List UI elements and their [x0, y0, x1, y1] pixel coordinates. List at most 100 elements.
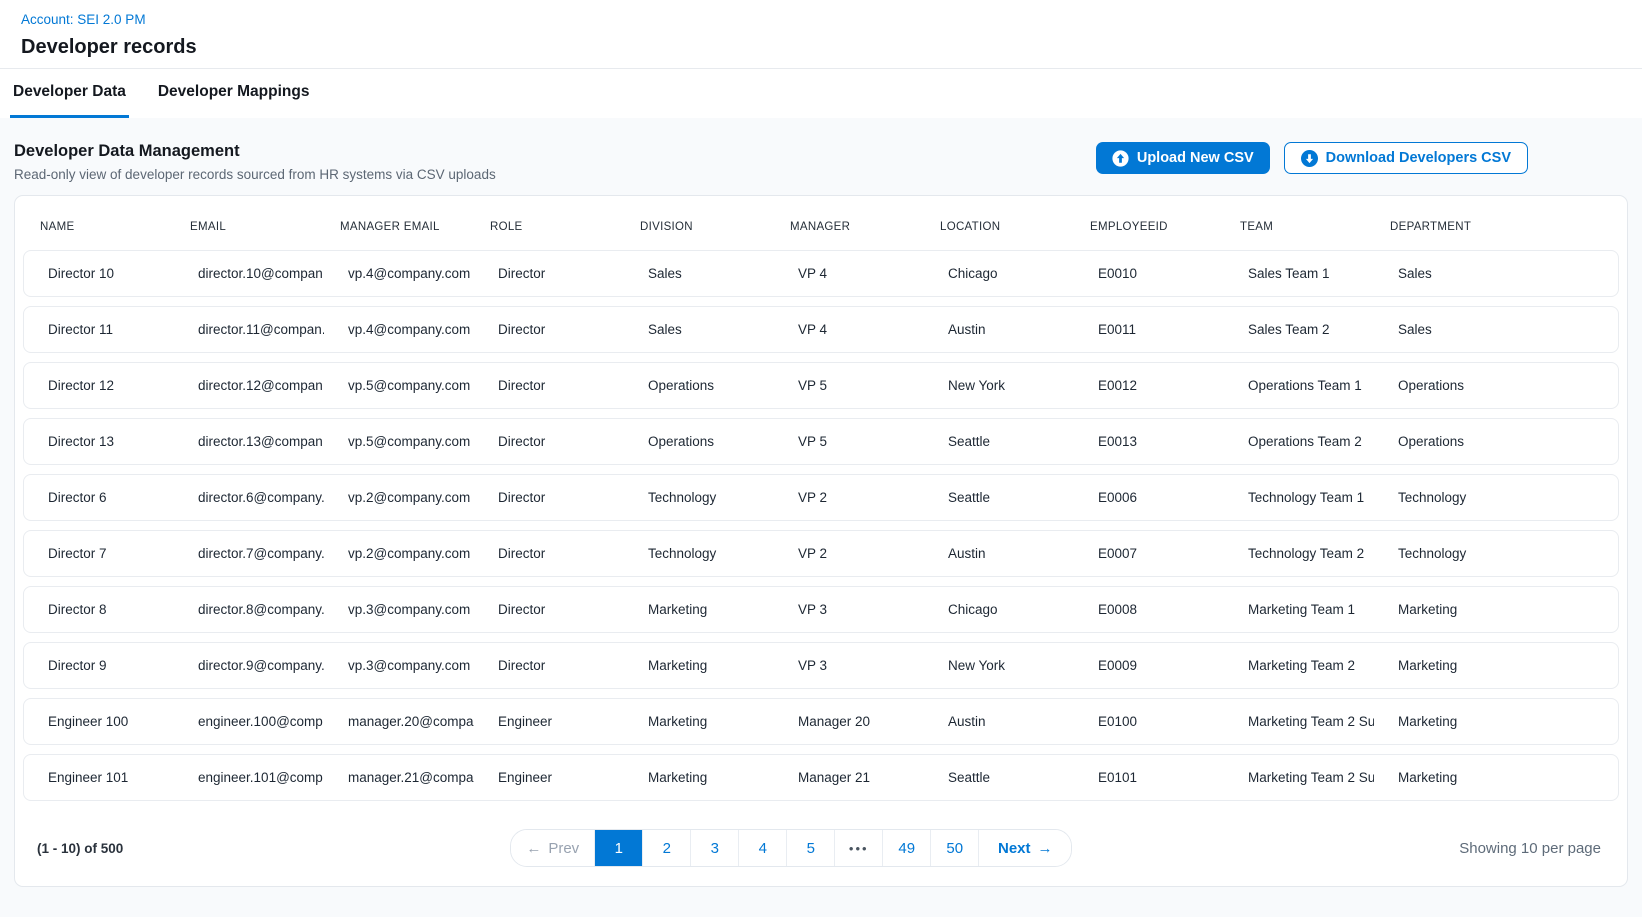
table-cell: Sales Team 2 — [1224, 322, 1374, 337]
table-cell: Operations — [624, 434, 774, 449]
table-cell: Technology Team 1 — [1224, 490, 1374, 505]
table-cell: Director 10 — [24, 266, 174, 281]
table-cell: Director — [474, 378, 624, 393]
table-cell: engineer.101@comp... — [174, 770, 324, 785]
table-cell: director.9@company.... — [174, 658, 324, 673]
page-button-2[interactable]: 2 — [643, 830, 691, 866]
column-header: ROLE — [473, 221, 623, 233]
page-number-label: 5 — [807, 840, 815, 857]
table-cell: vp.2@company.com — [324, 490, 474, 505]
table-cell: Technology — [624, 546, 774, 561]
section-header-text: Developer Data Management Read-only view… — [14, 142, 496, 182]
table-row: Director 6director.6@company....vp.2@com… — [23, 474, 1619, 521]
table-row: Engineer 101engineer.101@comp...manager.… — [23, 754, 1619, 801]
table-cell: director.8@company.... — [174, 602, 324, 617]
table-cell: Marketing Team 1 — [1224, 602, 1374, 617]
table-cell: Marketing — [624, 714, 774, 729]
table-cell: VP 5 — [774, 378, 924, 393]
table-cell: VP 4 — [774, 266, 924, 281]
table-row: Director 12director.12@compan...vp.5@com… — [23, 362, 1619, 409]
table-cell: Director 8 — [24, 602, 174, 617]
upload-button-label: Upload New CSV — [1137, 150, 1254, 166]
table-cell: VP 3 — [774, 602, 924, 617]
table-cell: E0010 — [1074, 266, 1224, 281]
column-header: EMAIL — [173, 221, 323, 233]
table-cell: engineer.100@comp... — [174, 714, 324, 729]
next-page-button[interactable]: Next→ — [979, 830, 1071, 866]
table-cell: E0011 — [1074, 322, 1224, 337]
table-cell: director.7@company.... — [174, 546, 324, 561]
page-button-50[interactable]: 50 — [931, 830, 979, 866]
tab-label: Developer Mappings — [158, 83, 310, 101]
table-cell: Marketing Team 2 Su... — [1224, 714, 1374, 729]
table-cell: Director 9 — [24, 658, 174, 673]
content-area: Developer Data Management Read-only view… — [0, 118, 1642, 917]
table-cell: Director — [474, 266, 624, 281]
table-cell: vp.5@company.com — [324, 434, 474, 449]
download-circle-icon — [1301, 150, 1318, 167]
table-cell: vp.4@company.com — [324, 322, 474, 337]
table-cell: Austin — [924, 322, 1074, 337]
table-cell: Marketing — [1374, 770, 1524, 785]
page-number-label: 50 — [946, 840, 963, 857]
table-cell: vp.3@company.com — [324, 602, 474, 617]
page-number-label: 1 — [615, 840, 623, 857]
table-cell: E0006 — [1074, 490, 1224, 505]
tab-bar: Developer Data Developer Mappings — [0, 69, 1642, 118]
page-number-label: 3 — [711, 840, 719, 857]
table-cell: Director — [474, 546, 624, 561]
section-header-row: Developer Data Management Read-only view… — [14, 142, 1628, 182]
table-cell: Chicago — [924, 266, 1074, 281]
table-body: Director 10director.10@compan...vp.4@com… — [23, 250, 1619, 801]
table-cell: Seattle — [924, 434, 1074, 449]
table-cell: Technology Team 2 — [1224, 546, 1374, 561]
upload-circle-icon — [1112, 150, 1129, 167]
table-cell: Chicago — [924, 602, 1074, 617]
table-row: Director 13director.13@compan...vp.5@com… — [23, 418, 1619, 465]
table-cell: Director — [474, 434, 624, 449]
table-cell: Director 7 — [24, 546, 174, 561]
page-button-3[interactable]: 3 — [691, 830, 739, 866]
table-cell: Marketing — [1374, 658, 1524, 673]
page-button-4[interactable]: 4 — [739, 830, 787, 866]
prev-page-button[interactable]: ←Prev — [511, 830, 595, 866]
table-cell: Marketing — [624, 658, 774, 673]
table-cell: VP 2 — [774, 546, 924, 561]
account-breadcrumb-link[interactable]: Account: SEI 2.0 PM — [21, 12, 146, 27]
csv-actions: Upload New CSV Download Developers CSV — [1096, 142, 1528, 174]
table-cell: Sales — [624, 266, 774, 281]
table-cell: Operations — [624, 378, 774, 393]
table-cell: Operations Team 2 — [1224, 434, 1374, 449]
table-cell: VP 5 — [774, 434, 924, 449]
table-cell: Sales — [624, 322, 774, 337]
table-cell: Sales Team 1 — [1224, 266, 1374, 281]
table-cell: Marketing — [1374, 602, 1524, 617]
column-header: DEPARTMENT — [1373, 221, 1523, 233]
download-developers-csv-button[interactable]: Download Developers CSV — [1284, 142, 1528, 174]
per-page-label: Showing 10 per page — [1459, 840, 1601, 857]
tab-developer-data[interactable]: Developer Data — [10, 69, 129, 118]
ellipsis-label: ••• — [849, 841, 869, 856]
table-cell: Technology — [624, 490, 774, 505]
page-button-49[interactable]: 49 — [883, 830, 931, 866]
tab-developer-mappings[interactable]: Developer Mappings — [155, 69, 313, 118]
upload-new-csv-button[interactable]: Upload New CSV — [1096, 142, 1270, 174]
page-button-5[interactable]: 5 — [787, 830, 835, 866]
table-cell: Engineer — [474, 770, 624, 785]
page-title: Developer records — [21, 36, 1642, 59]
table-cell: manager.21@compa... — [324, 770, 474, 785]
table-row: Director 8director.8@company....vp.3@com… — [23, 586, 1619, 633]
table-cell: E0013 — [1074, 434, 1224, 449]
table-cell: Engineer — [474, 714, 624, 729]
table-cell: E0007 — [1074, 546, 1224, 561]
table-cell: Operations — [1374, 378, 1524, 393]
page-button-1[interactable]: 1 — [595, 830, 643, 866]
table-cell: Seattle — [924, 490, 1074, 505]
table-cell: director.12@compan... — [174, 378, 324, 393]
column-header: MANAGER EMAIL — [323, 221, 473, 233]
prev-label: Prev — [548, 840, 579, 857]
table-cell: Director — [474, 490, 624, 505]
table-cell: Technology — [1374, 490, 1524, 505]
page-number-label: 49 — [898, 840, 915, 857]
table-cell: Austin — [924, 546, 1074, 561]
